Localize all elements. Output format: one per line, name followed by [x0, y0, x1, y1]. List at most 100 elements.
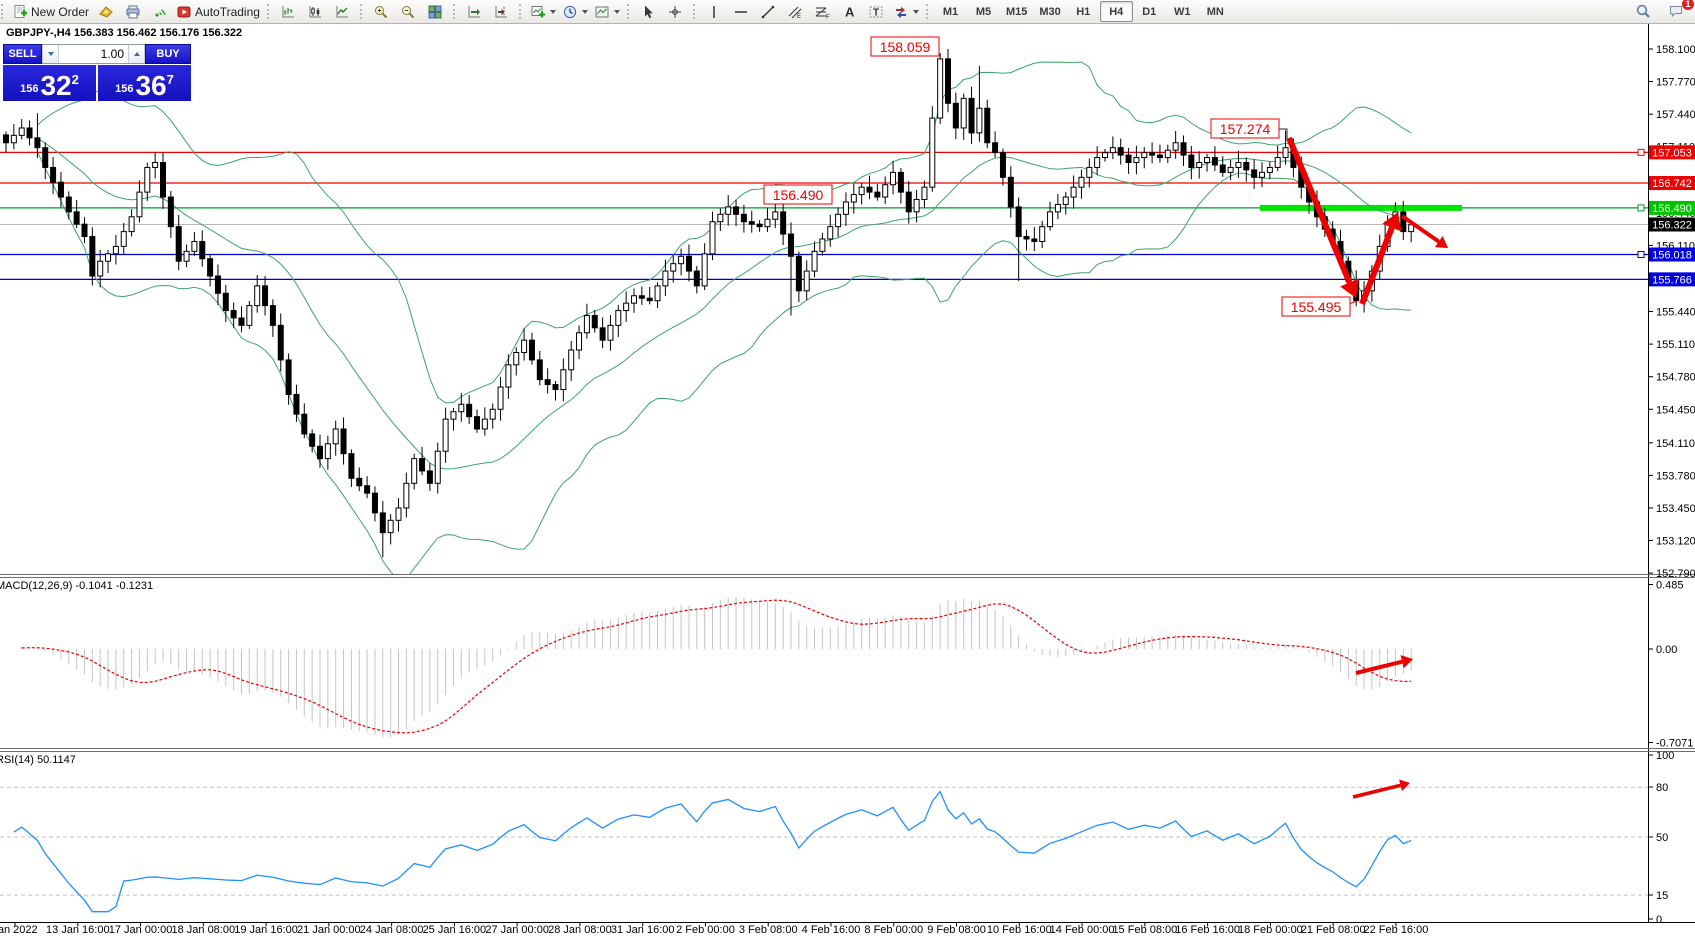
crosshair-icon[interactable]: [662, 1, 689, 22]
line-handle[interactable]: [1638, 205, 1644, 211]
buy-price-box[interactable]: 156367: [98, 65, 191, 101]
seal-icon[interactable]: [92, 1, 119, 22]
bullish-candle: [1205, 158, 1210, 163]
candle-chart-icon[interactable]: [302, 1, 329, 22]
bearish-candle: [475, 417, 480, 429]
bullish-candle: [443, 419, 448, 451]
toolbar-group: [626, 1, 692, 23]
search-icon[interactable]: [1629, 1, 1656, 22]
chevron-down-icon: [614, 10, 620, 14]
buy-button[interactable]: BUY: [145, 44, 191, 64]
bearish-candle: [757, 224, 762, 226]
bearish-candle: [1000, 153, 1005, 178]
time-tick-label: 21 Jan 00:00: [297, 924, 361, 936]
thick-support-line[interactable]: [1260, 205, 1462, 211]
text-icon[interactable]: A: [836, 1, 863, 22]
bearish-candle: [294, 394, 299, 414]
bullish-candle: [98, 261, 103, 276]
time-tick-label: 28 Jan 08:00: [548, 924, 612, 936]
volume-increment-button[interactable]: [128, 45, 145, 63]
timeframe-button-h4[interactable]: H4: [1100, 1, 1133, 22]
trend-arrow[interactable]: [1402, 216, 1439, 242]
timeframe-button-m30[interactable]: M30: [1033, 1, 1066, 22]
rsi-tick-label: 100: [1656, 750, 1674, 762]
timeframe-button-h1[interactable]: H1: [1067, 1, 1100, 22]
svg-text:F: F: [826, 14, 830, 20]
bullish-candle: [412, 459, 417, 484]
fibonacci-icon[interactable]: F: [809, 1, 836, 22]
timeframe-button-d1[interactable]: D1: [1133, 1, 1166, 22]
price-chart[interactable]: 158.100157.770157.440157.110156.780156.4…: [0, 0, 1695, 940]
price-tick-label: 157.440: [1656, 109, 1695, 121]
arrows-icon[interactable]: [890, 1, 922, 22]
new-order-label: New Order: [31, 5, 89, 19]
timeframe-button-m15[interactable]: M15: [1000, 1, 1033, 22]
line-chart-icon[interactable]: [329, 1, 356, 22]
sell-button[interactable]: SELL: [3, 44, 42, 64]
new-chart-icon[interactable]: [527, 1, 559, 22]
bullish-candle: [726, 207, 731, 214]
zoom-out-icon[interactable]: [395, 1, 422, 22]
chart-shift-icon[interactable]: [488, 1, 515, 22]
rsi-panel: [0, 787, 1648, 912]
price-tick-label: 153.450: [1656, 503, 1695, 515]
bearish-candle: [898, 172, 903, 192]
tile-windows-icon[interactable]: [422, 1, 449, 22]
bearish-candle: [953, 103, 958, 128]
bullish-candle: [1063, 197, 1068, 204]
toolbar-group: [266, 1, 359, 23]
line-handle[interactable]: [1638, 251, 1644, 257]
time-tick-label: 8 Feb 00:00: [864, 924, 923, 936]
chat-icon[interactable]: 1: [1662, 1, 1689, 22]
timeframe-button-m5[interactable]: M5: [967, 1, 1000, 22]
bullish-candle: [1173, 143, 1178, 150]
main-toolbar: New Order AutoTrading E F AT M1M5M15M30H1H4D1…: [0, 0, 1695, 24]
signal-icon[interactable]: [146, 1, 173, 22]
volume-decrement-button[interactable]: [42, 45, 59, 63]
timeframe-button-m1[interactable]: M1: [934, 1, 967, 22]
rsi-indicator-label: RSI(14) 50.1147: [0, 754, 76, 766]
bullish-candle: [1142, 153, 1147, 158]
line-handle[interactable]: [1638, 149, 1644, 155]
sell-price-box[interactable]: 156322: [3, 65, 96, 101]
bearish-candle: [1189, 155, 1194, 167]
timeframe-button-mn[interactable]: MN: [1199, 1, 1232, 22]
channel-icon[interactable]: E: [782, 1, 809, 22]
bearish-candle: [592, 315, 597, 327]
zoom-in-icon[interactable]: [368, 1, 395, 22]
rsi-tick-label: 80: [1656, 782, 1668, 794]
trendline-icon[interactable]: [755, 1, 782, 22]
timeframe-button-w1[interactable]: W1: [1166, 1, 1199, 22]
period-icon[interactable]: [559, 1, 591, 22]
svg-text:A: A: [845, 4, 855, 19]
chevron-up-icon: [134, 52, 140, 56]
bearish-candle: [372, 493, 377, 513]
hline-icon[interactable]: [728, 1, 755, 22]
bar-chart-icon[interactable]: [275, 1, 302, 22]
bearish-candle: [318, 446, 323, 458]
bearish-candle: [529, 340, 534, 360]
auto-scroll-icon[interactable]: [461, 1, 488, 22]
label-icon[interactable]: T: [863, 1, 890, 22]
autotrading-button[interactable]: AutoTrading: [173, 1, 263, 22]
price-badge-label: 157.053: [1652, 147, 1692, 159]
bearish-candle: [1212, 158, 1217, 165]
price-tick-label: 155.440: [1656, 307, 1695, 319]
bearish-candle: [357, 478, 362, 485]
cursor-icon[interactable]: [635, 1, 662, 22]
print-icon[interactable]: [119, 1, 146, 22]
vline-icon[interactable]: [701, 1, 728, 22]
time-tick-label: 15 Feb 08:00: [1112, 924, 1177, 936]
time-tick-label: 10 Feb 16:00: [987, 924, 1052, 936]
price-tick-label: 155.110: [1656, 339, 1695, 351]
bullish-candle: [19, 128, 24, 135]
volume-input[interactable]: 1.00: [59, 45, 128, 63]
bearish-candle: [82, 224, 87, 236]
price-badge-label: 156.742: [1652, 178, 1692, 190]
template-icon[interactable]: [591, 1, 623, 22]
bullish-candle: [584, 315, 589, 332]
time-tick-label: 24 Jan 08:00: [360, 924, 424, 936]
trend-arrow[interactable]: [1362, 228, 1392, 304]
bullish-candle: [325, 444, 330, 459]
new-order-button[interactable]: New Order: [9, 1, 92, 22]
